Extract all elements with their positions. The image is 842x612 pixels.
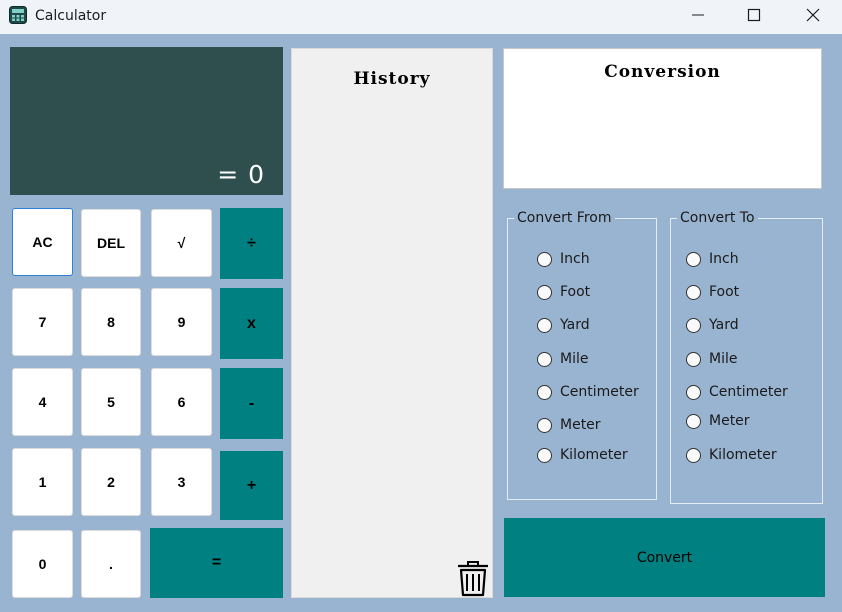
maximize-button[interactable] [731, 0, 777, 30]
calculator-display: = 0 [10, 47, 283, 195]
conversion-title: Conversion [604, 62, 721, 82]
title-bar: Calculator [0, 0, 842, 34]
radio-label: Inch [560, 251, 590, 267]
radio-label: Mile [560, 351, 589, 367]
digit-5-button[interactable]: 5 [81, 368, 141, 436]
sqrt-button[interactable]: √ [151, 209, 212, 277]
radio-button[interactable] [537, 317, 552, 333]
radio-button[interactable] [686, 284, 701, 300]
to-option-yard[interactable]: Yard [686, 317, 739, 333]
digit-7-button[interactable]: 7 [12, 288, 73, 356]
to-option-kilometer[interactable]: Kilometer [686, 447, 777, 463]
radio-button[interactable] [537, 384, 552, 400]
radio-label: Centimeter [709, 384, 788, 400]
to-option-foot[interactable]: Foot [686, 284, 739, 300]
radio-label: Yard [560, 317, 590, 333]
digit-9-button[interactable]: 9 [151, 288, 212, 356]
from-option-yard[interactable]: Yard [537, 317, 590, 333]
ac-button[interactable]: AC [12, 208, 73, 276]
radio-label: Kilometer [560, 447, 628, 463]
add-button[interactable]: + [220, 451, 283, 520]
from-option-mile[interactable]: Mile [537, 351, 588, 367]
radio-button[interactable] [537, 447, 552, 463]
multiply-button[interactable]: x [220, 288, 283, 359]
digit-4-button[interactable]: 4 [12, 368, 73, 436]
conversion-output: Conversion [503, 48, 822, 189]
radio-button[interactable] [686, 317, 701, 333]
radio-button[interactable] [686, 413, 701, 429]
digit-6-button[interactable]: 6 [151, 368, 212, 436]
subtract-button[interactable]: - [220, 368, 283, 439]
divide-button[interactable]: ÷ [220, 208, 283, 279]
radio-label: Foot [709, 284, 740, 300]
radio-button[interactable] [686, 351, 701, 367]
decimal-button[interactable]: . [81, 530, 141, 598]
from-option-meter[interactable]: Meter [537, 417, 601, 433]
from-option-inch[interactable]: Inch [537, 251, 590, 267]
convert-to-legend: Convert To [680, 210, 755, 226]
radio-button[interactable] [686, 251, 701, 267]
minimize-icon [692, 14, 704, 16]
to-option-centimeter[interactable]: Centimeter [686, 384, 788, 400]
close-icon [806, 8, 820, 22]
to-option-mile[interactable]: Mile [686, 351, 737, 367]
history-panel[interactable]: History [291, 48, 493, 598]
trash-icon[interactable] [456, 559, 490, 597]
display-value: = 0 [217, 160, 265, 189]
window-title: Calculator [35, 8, 107, 24]
radio-label: Kilometer [709, 447, 777, 463]
convert-from-legend: Convert From [517, 210, 612, 226]
from-option-centimeter[interactable]: Centimeter [537, 384, 639, 400]
radio-label: Meter [560, 417, 601, 433]
radio-button[interactable] [537, 251, 552, 267]
radio-label: Yard [709, 317, 739, 333]
digit-1-button[interactable]: 1 [12, 448, 73, 516]
convert-button[interactable]: Convert [504, 518, 825, 597]
close-button[interactable] [790, 0, 836, 30]
radio-button[interactable] [537, 351, 552, 367]
from-option-foot[interactable]: Foot [537, 284, 590, 300]
from-option-kilometer[interactable]: Kilometer [537, 447, 628, 463]
history-title: History [353, 69, 431, 89]
minimize-button[interactable] [675, 0, 721, 30]
radio-label: Inch [709, 251, 739, 267]
radio-label: Meter [709, 413, 750, 429]
digit-8-button[interactable]: 8 [81, 288, 141, 356]
radio-button[interactable] [537, 417, 552, 433]
digit-3-button[interactable]: 3 [151, 448, 212, 516]
equals-button[interactable]: = [150, 528, 283, 598]
digit-2-button[interactable]: 2 [81, 448, 141, 516]
radio-button[interactable] [537, 284, 552, 300]
to-option-inch[interactable]: Inch [686, 251, 739, 267]
radio-label: Foot [560, 284, 591, 300]
calculator-app-icon [9, 6, 27, 24]
delete-button[interactable]: DEL [81, 209, 141, 277]
to-option-meter[interactable]: Meter [686, 413, 750, 429]
radio-button[interactable] [686, 447, 701, 463]
radio-label: Mile [709, 351, 738, 367]
radio-label: Centimeter [560, 384, 639, 400]
digit-0-button[interactable]: 0 [12, 530, 73, 598]
radio-button[interactable] [686, 384, 701, 400]
maximize-icon [747, 8, 761, 22]
